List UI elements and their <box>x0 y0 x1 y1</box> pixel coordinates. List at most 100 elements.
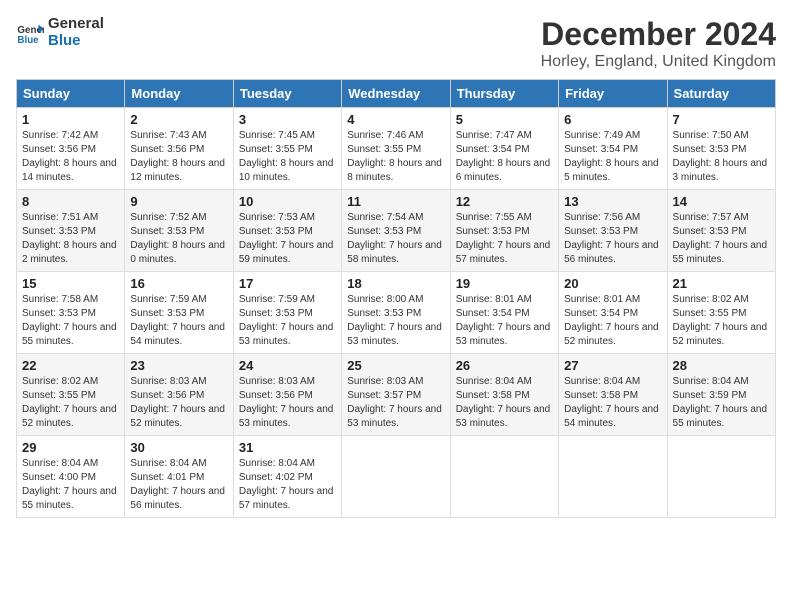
day-info: Sunrise: 8:04 AMSunset: 4:00 PMDaylight:… <box>22 457 119 513</box>
day-info: Sunrise: 7:50 AMSunset: 3:53 PMDaylight:… <box>673 129 770 185</box>
svg-text:Blue: Blue <box>17 34 39 45</box>
day-info: Sunrise: 7:42 AMSunset: 3:56 PMDaylight:… <box>22 129 119 185</box>
day-info: Sunrise: 8:02 AMSunset: 3:55 PMDaylight:… <box>673 293 770 349</box>
day-number: 5 <box>456 112 553 127</box>
day-info: Sunrise: 8:04 AMSunset: 4:02 PMDaylight:… <box>239 457 336 513</box>
calendar-cell: 12 Sunrise: 7:55 AMSunset: 3:53 PMDayligh… <box>450 190 558 272</box>
day-info: Sunrise: 7:52 AMSunset: 3:53 PMDaylight:… <box>130 211 227 267</box>
day-number: 15 <box>22 276 119 291</box>
day-number: 6 <box>564 112 661 127</box>
day-number: 13 <box>564 194 661 209</box>
calendar-cell: 22 Sunrise: 8:02 AMSunset: 3:55 PMDayligh… <box>17 354 125 436</box>
day-info: Sunrise: 7:46 AMSunset: 3:55 PMDaylight:… <box>347 129 444 185</box>
calendar-cell: 20 Sunrise: 8:01 AMSunset: 3:54 PMDayligh… <box>559 272 667 354</box>
day-info: Sunrise: 8:01 AMSunset: 3:54 PMDaylight:… <box>564 293 661 349</box>
logo-line1: General <box>48 16 104 33</box>
day-number: 30 <box>130 440 227 455</box>
calendar-cell: 31 Sunrise: 8:04 AMSunset: 4:02 PMDayligh… <box>233 436 341 518</box>
day-number: 24 <box>239 358 336 373</box>
calendar-cell: 17 Sunrise: 7:59 AMSunset: 3:53 PMDayligh… <box>233 272 341 354</box>
calendar-cell: 9 Sunrise: 7:52 AMSunset: 3:53 PMDaylight… <box>125 190 233 272</box>
day-number: 9 <box>130 194 227 209</box>
calendar-cell: 13 Sunrise: 7:56 AMSunset: 3:53 PMDayligh… <box>559 190 667 272</box>
day-number: 10 <box>239 194 336 209</box>
calendar-cell: 25Sunrise: 8:03 AMSunset: 3:57 PMDayligh… <box>342 354 450 436</box>
calendar-cell <box>450 436 558 518</box>
day-number: 12 <box>456 194 553 209</box>
calendar-cell: 1 Sunrise: 7:42 AMSunset: 3:56 PMDaylight… <box>17 108 125 190</box>
day-number: 29 <box>22 440 119 455</box>
calendar-cell: 6Sunrise: 7:49 AMSunset: 3:54 PMDaylight… <box>559 108 667 190</box>
day-number: 14 <box>673 194 770 209</box>
week-row-1: 1 Sunrise: 7:42 AMSunset: 3:56 PMDaylight… <box>17 108 776 190</box>
calendar-cell <box>559 436 667 518</box>
day-info: Sunrise: 8:03 AMSunset: 3:56 PMDaylight:… <box>130 375 227 431</box>
day-info: Sunrise: 7:51 AMSunset: 3:53 PMDaylight:… <box>22 211 119 267</box>
day-info: Sunrise: 8:02 AMSunset: 3:55 PMDaylight:… <box>22 375 119 431</box>
day-info: Sunrise: 8:04 AMSunset: 3:58 PMDaylight:… <box>456 375 553 431</box>
day-number: 17 <box>239 276 336 291</box>
day-header-wednesday: Wednesday <box>342 80 450 108</box>
calendar-cell: 26 Sunrise: 8:04 AMSunset: 3:58 PMDayligh… <box>450 354 558 436</box>
day-info: Sunrise: 7:56 AMSunset: 3:53 PMDaylight:… <box>564 211 661 267</box>
calendar-cell: 29 Sunrise: 8:04 AMSunset: 4:00 PMDayligh… <box>17 436 125 518</box>
calendar-cell: 16 Sunrise: 7:59 AMSunset: 3:53 PMDayligh… <box>125 272 233 354</box>
day-header-sunday: Sunday <box>17 80 125 108</box>
day-number: 26 <box>456 358 553 373</box>
calendar-table: SundayMondayTuesdayWednesdayThursdayFrid… <box>16 79 776 518</box>
logo: General Blue General Blue <box>16 16 104 49</box>
day-number: 21 <box>673 276 770 291</box>
calendar-cell: 3Sunrise: 7:45 AMSunset: 3:55 PMDaylight… <box>233 108 341 190</box>
day-number: 7 <box>673 112 770 127</box>
day-info: Sunrise: 8:04 AMSunset: 3:58 PMDaylight:… <box>564 375 661 431</box>
week-row-4: 22 Sunrise: 8:02 AMSunset: 3:55 PMDayligh… <box>17 354 776 436</box>
day-info: Sunrise: 7:45 AMSunset: 3:55 PMDaylight:… <box>239 129 336 185</box>
calendar-header-row: SundayMondayTuesdayWednesdayThursdayFrid… <box>17 80 776 108</box>
calendar-body: 1 Sunrise: 7:42 AMSunset: 3:56 PMDaylight… <box>17 108 776 518</box>
day-number: 19 <box>456 276 553 291</box>
day-number: 18 <box>347 276 444 291</box>
week-row-5: 29 Sunrise: 8:04 AMSunset: 4:00 PMDayligh… <box>17 436 776 518</box>
day-info: Sunrise: 8:00 AMSunset: 3:53 PMDaylight:… <box>347 293 444 349</box>
calendar-cell: 24 Sunrise: 8:03 AMSunset: 3:56 PMDayligh… <box>233 354 341 436</box>
day-info: Sunrise: 8:03 AMSunset: 3:57 PMDaylight:… <box>347 375 444 431</box>
day-number: 27 <box>564 358 661 373</box>
day-info: Sunrise: 7:43 AMSunset: 3:56 PMDaylight:… <box>130 129 227 185</box>
week-row-3: 15 Sunrise: 7:58 AMSunset: 3:53 PMDayligh… <box>17 272 776 354</box>
day-number: 1 <box>22 112 119 127</box>
day-number: 22 <box>22 358 119 373</box>
logo-line2: Blue <box>48 33 104 50</box>
day-number: 28 <box>673 358 770 373</box>
calendar-cell: 19 Sunrise: 8:01 AMSunset: 3:54 PMDayligh… <box>450 272 558 354</box>
week-row-2: 8 Sunrise: 7:51 AMSunset: 3:53 PMDaylight… <box>17 190 776 272</box>
day-info: Sunrise: 7:57 AMSunset: 3:53 PMDaylight:… <box>673 211 770 267</box>
day-number: 16 <box>130 276 227 291</box>
calendar-cell: 21 Sunrise: 8:02 AMSunset: 3:55 PMDayligh… <box>667 272 775 354</box>
day-info: Sunrise: 8:03 AMSunset: 3:56 PMDaylight:… <box>239 375 336 431</box>
day-number: 11 <box>347 194 444 209</box>
day-number: 31 <box>239 440 336 455</box>
day-info: Sunrise: 7:55 AMSunset: 3:53 PMDaylight:… <box>456 211 553 267</box>
day-info: Sunrise: 7:59 AMSunset: 3:53 PMDaylight:… <box>130 293 227 349</box>
day-header-friday: Friday <box>559 80 667 108</box>
day-number: 2 <box>130 112 227 127</box>
calendar-cell: 15 Sunrise: 7:58 AMSunset: 3:53 PMDayligh… <box>17 272 125 354</box>
calendar-cell: 8 Sunrise: 7:51 AMSunset: 3:53 PMDaylight… <box>17 190 125 272</box>
calendar-title: December 2024 <box>541 16 776 53</box>
calendar-cell: 7 Sunrise: 7:50 AMSunset: 3:53 PMDaylight… <box>667 108 775 190</box>
day-info: Sunrise: 7:58 AMSunset: 3:53 PMDaylight:… <box>22 293 119 349</box>
day-info: Sunrise: 7:59 AMSunset: 3:53 PMDaylight:… <box>239 293 336 349</box>
day-header-thursday: Thursday <box>450 80 558 108</box>
calendar-cell <box>342 436 450 518</box>
day-number: 20 <box>564 276 661 291</box>
day-info: Sunrise: 8:04 AMSunset: 3:59 PMDaylight:… <box>673 375 770 431</box>
logo-icon: General Blue <box>16 19 44 47</box>
calendar-cell: 14 Sunrise: 7:57 AMSunset: 3:53 PMDayligh… <box>667 190 775 272</box>
day-info: Sunrise: 8:01 AMSunset: 3:54 PMDaylight:… <box>456 293 553 349</box>
day-info: Sunrise: 7:54 AMSunset: 3:53 PMDaylight:… <box>347 211 444 267</box>
day-info: Sunrise: 7:53 AMSunset: 3:53 PMDaylight:… <box>239 211 336 267</box>
day-number: 8 <box>22 194 119 209</box>
calendar-cell: 23Sunrise: 8:03 AMSunset: 3:56 PMDayligh… <box>125 354 233 436</box>
calendar-cell: 2 Sunrise: 7:43 AMSunset: 3:56 PMDaylight… <box>125 108 233 190</box>
calendar-cell: 30Sunrise: 8:04 AMSunset: 4:01 PMDayligh… <box>125 436 233 518</box>
